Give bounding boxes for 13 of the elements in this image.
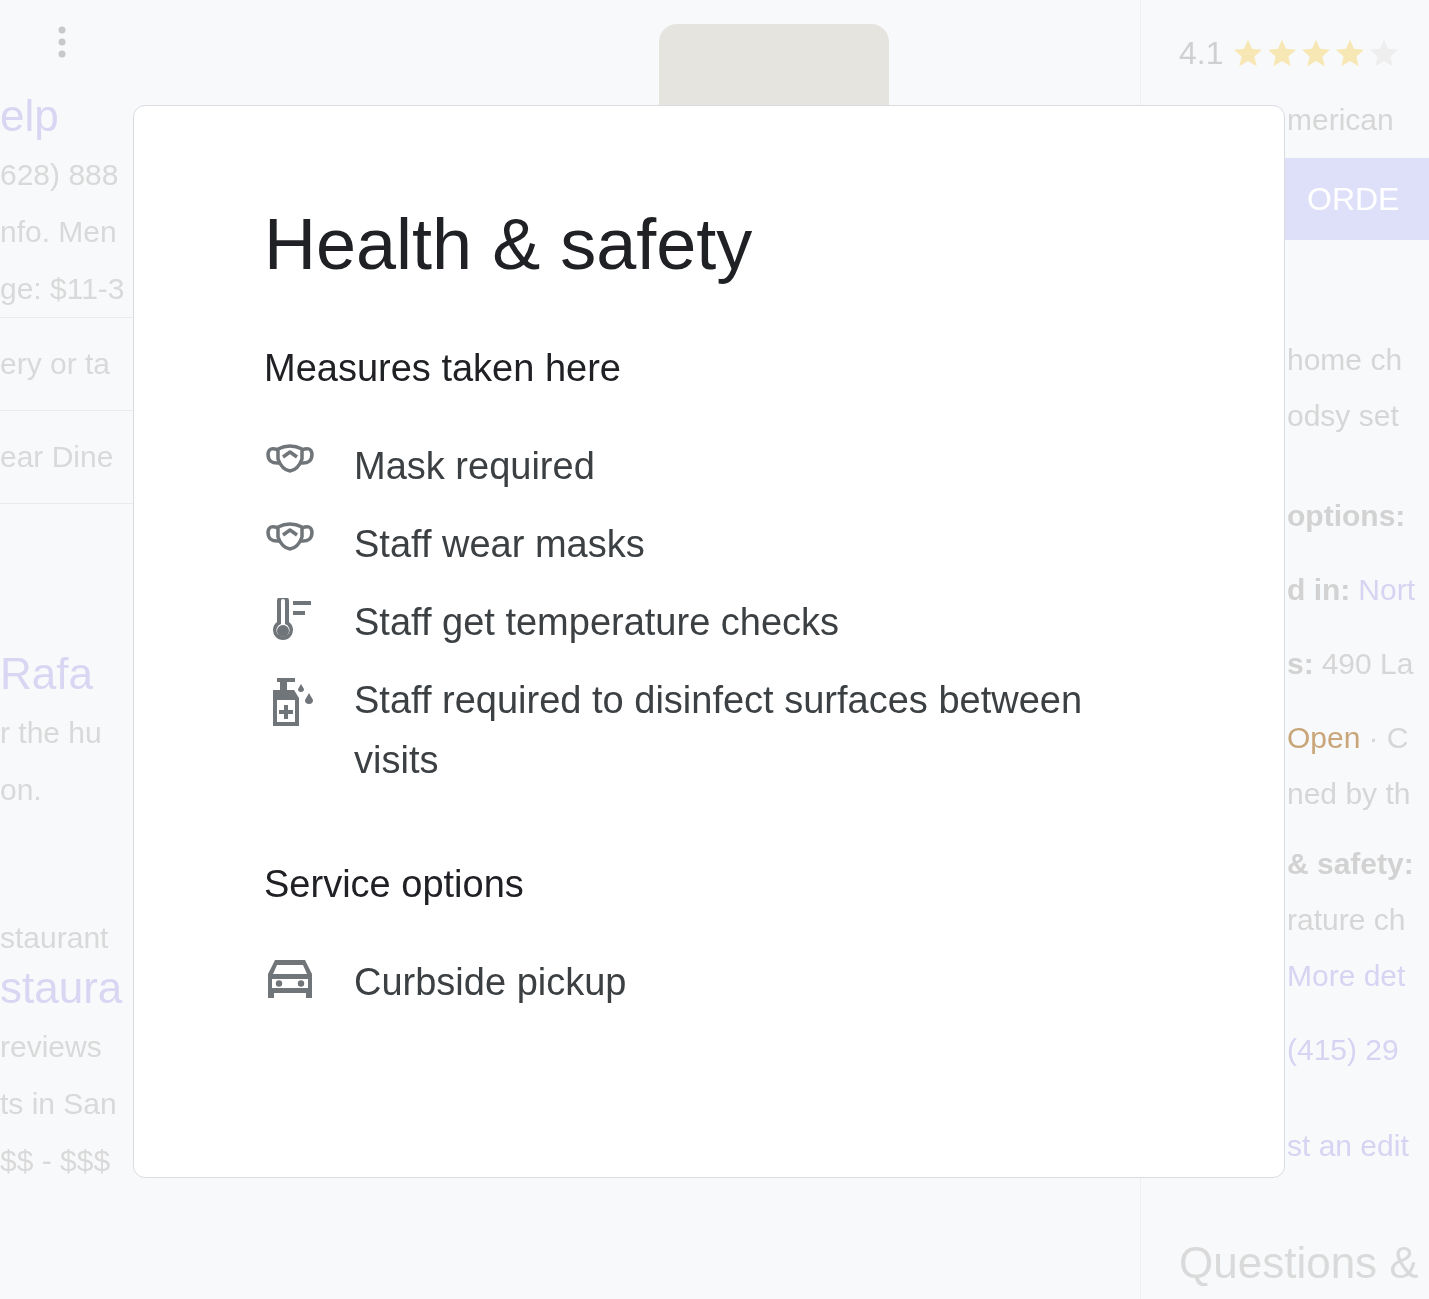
result-snippet: $$ - $$$ — [0, 1143, 111, 1179]
section-heading: Measures taken here — [264, 346, 622, 391]
attribute-text: Curbside pickup — [354, 960, 627, 1005]
attribute-text: Staff get temperature checks — [354, 600, 840, 645]
open-status: Open — [1287, 721, 1361, 755]
attribute-text: Staff wear masks — [354, 522, 645, 567]
more-options-icon[interactable] — [57, 26, 67, 58]
attribute-text: Staff required to disinfect surfaces between visits — [354, 678, 1084, 783]
attribute-text: Mask required — [354, 444, 595, 489]
face-mask-icon — [264, 442, 316, 474]
face-mask-icon — [264, 520, 316, 552]
dialog-title: Health & safety — [264, 203, 754, 286]
section-heading: Service options — [264, 862, 525, 907]
